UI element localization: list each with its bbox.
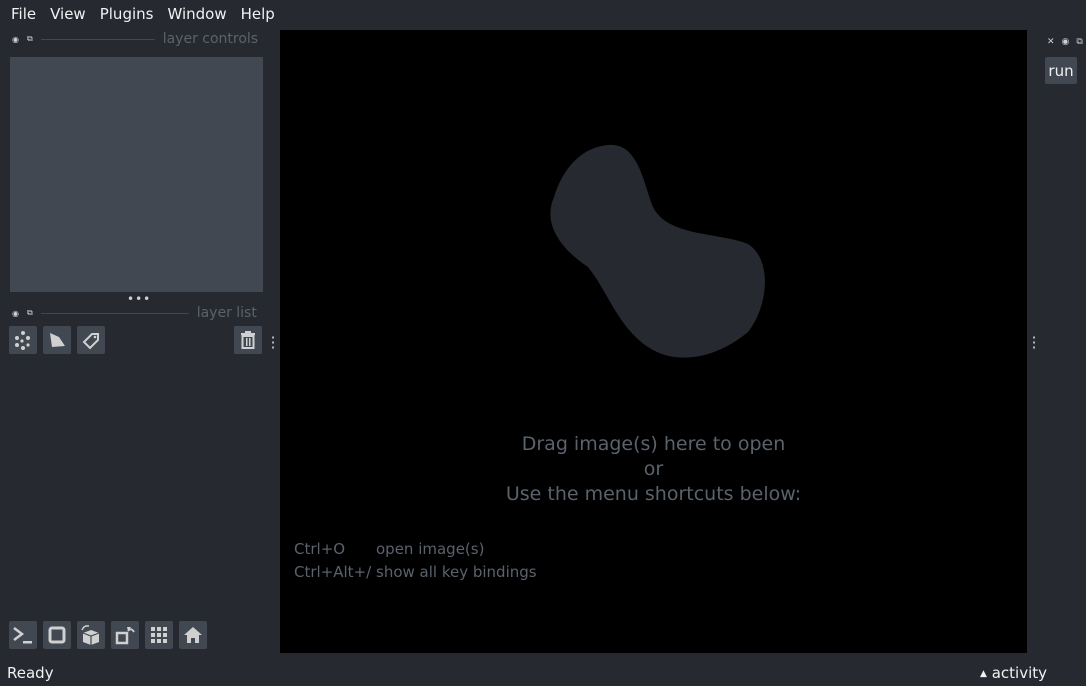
activity-button[interactable]: ▲ activity [980,664,1047,682]
menu-bar: File View Plugins Window Help [0,0,282,28]
points-icon [15,331,30,350]
menu-help[interactable]: Help [234,5,282,23]
napari-logo-icon [550,144,765,358]
float-icon[interactable]: ◉ [1062,37,1070,47]
menu-view[interactable]: View [43,5,93,23]
new-shapes-button[interactable] [43,326,71,354]
menu-plugins[interactable]: Plugins [93,5,161,23]
delete-layer-button[interactable] [234,326,262,354]
float-icon[interactable]: ◉ [12,35,19,44]
cube-rotate-icon [81,625,100,645]
shortcut-desc: show all key bindings [376,563,537,581]
menu-window[interactable]: Window [160,5,233,23]
menu-file[interactable]: File [4,5,43,23]
layer-controls-title: layer controls [162,31,259,47]
roll-dims-button[interactable] [77,621,105,649]
layer-controls-header: ◉ ⧉ layer controls [12,31,262,47]
welcome-or-text: or [643,458,664,480]
home-button[interactable] [179,621,207,649]
trash-icon [241,331,255,349]
welcome-shortcuts-text: Use the menu shortcuts below: [505,483,802,505]
float-icon[interactable]: ◉ [12,309,19,318]
terminal-icon [13,627,32,644]
grid-icon [151,627,167,643]
ndisplay-button[interactable] [43,621,71,649]
transpose-button[interactable] [111,621,139,649]
shortcut-keys: Ctrl+Alt+/ [294,563,372,581]
square-icon [48,626,66,644]
resize-handle[interactable]: ••• [127,292,151,306]
shortcut-keys: Ctrl+O [294,540,346,558]
layer-controls-panel [10,57,263,292]
shortcut-desc: open image(s) [376,540,485,558]
layer-list-header: ◉ ⧉ layer list [12,305,262,321]
new-points-button[interactable] [9,326,37,354]
right-dock-menu-icon[interactable]: · · · [1031,330,1037,356]
right-dock-header: ✕ ◉ ⧉ [1047,37,1083,47]
status-text: Ready [7,664,54,682]
left-dock-menu-icon[interactable]: · · · [270,330,276,356]
run-button[interactable]: run [1045,57,1077,84]
caret-up-icon: ▲ [980,669,987,679]
home-icon [184,627,202,643]
divider [40,312,189,314]
undock-icon[interactable]: ⧉ [1076,37,1082,47]
layer-list-title: layer list [196,305,257,321]
viewer-canvas[interactable]: Drag image(s) here to open or Use the me… [280,30,1027,653]
new-labels-button[interactable] [77,326,105,354]
tag-icon [82,333,99,350]
transpose-icon [115,627,135,645]
console-button[interactable] [9,621,37,649]
close-icon[interactable]: ✕ [1047,37,1055,47]
undock-icon[interactable]: ⧉ [27,34,33,44]
undock-icon[interactable]: ⧉ [27,308,33,318]
welcome-drag-text: Drag image(s) here to open [521,433,786,455]
activity-label: activity [991,664,1047,682]
grid-button[interactable] [145,621,173,649]
shapes-icon [50,333,65,347]
divider [40,38,155,40]
